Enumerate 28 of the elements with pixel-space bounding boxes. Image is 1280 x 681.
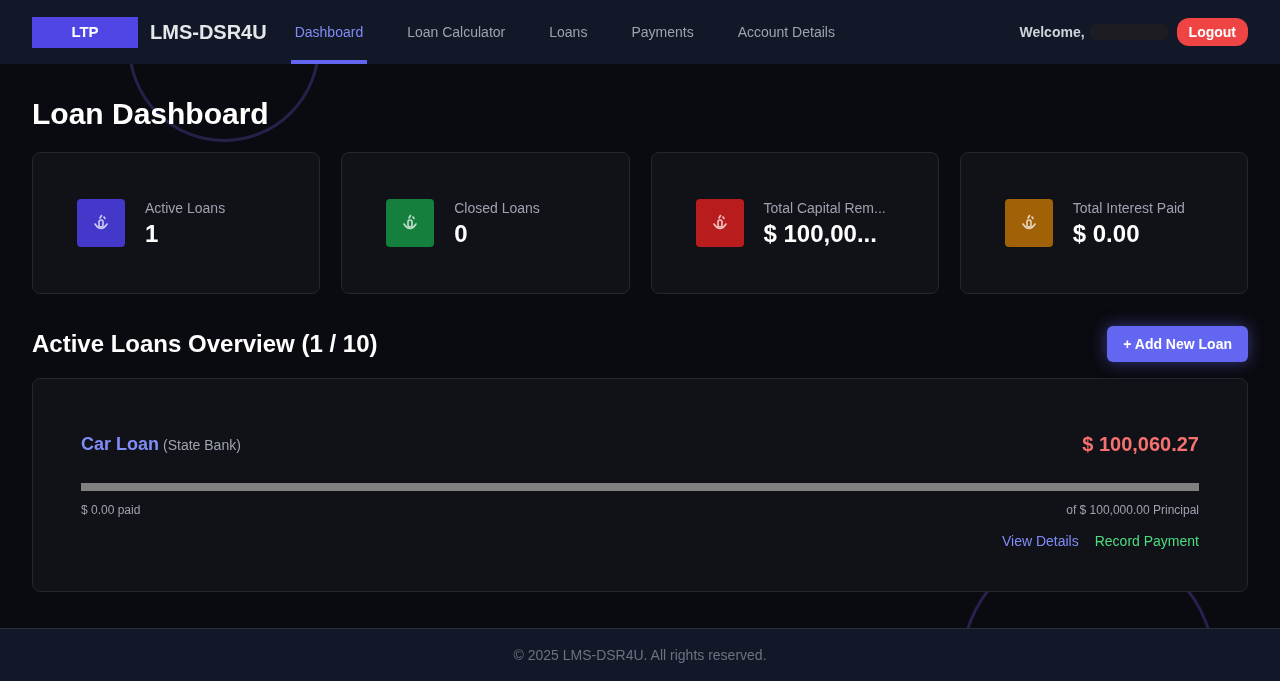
view-details-link[interactable]: View Details [1001, 531, 1079, 552]
logo-badge: LTP [32, 16, 138, 48]
add-loan-button[interactable]: + Add New Loan [1107, 326, 1248, 362]
page-title: Loan Dashboard [32, 96, 270, 132]
copyright-text: © 2025 LMS-DSR4U. All rights reserved. [513, 645, 767, 665]
principal-amount: of $ 100,000.00 Principal [1066, 502, 1199, 519]
nav-tab[interactable]: Loan Calculator [403, 0, 510, 64]
loan-balance: $ 100,060.27 [1082, 432, 1199, 457]
bank-name: (State Bank) [163, 435, 241, 455]
stat-label: Total Interest Paid [1072, 198, 1185, 218]
paid-amount: $ 0.00 paid [81, 502, 141, 519]
stat-value: 0 [454, 218, 469, 249]
logout-button[interactable]: Logout [1176, 18, 1248, 46]
nav-tab[interactable]: Payments [627, 0, 698, 64]
nav-tab[interactable]: Loans [545, 0, 592, 64]
stat-value: $ 100,00... [763, 218, 878, 249]
loan-name[interactable]: Car Loan [81, 430, 159, 458]
nav-tab[interactable]: Dashboard [290, 0, 368, 64]
stat-value: $ 0.00 [1072, 218, 1141, 249]
stat-label: Active Loans [145, 198, 226, 218]
brand-name: LMS-DSR4U [150, 20, 267, 45]
nav-tab[interactable]: Account Details [733, 0, 839, 64]
stat-value: 1 [145, 218, 160, 249]
stat-label: Closed Loans [454, 198, 540, 218]
stat-label: Total Capital Rem... [763, 198, 886, 218]
section-title: Active Loans Overview (1 / 10) [32, 329, 378, 359]
record-payment-link[interactable]: Record Payment [1094, 531, 1199, 552]
welcome-text: Welcome, [1019, 22, 1085, 42]
